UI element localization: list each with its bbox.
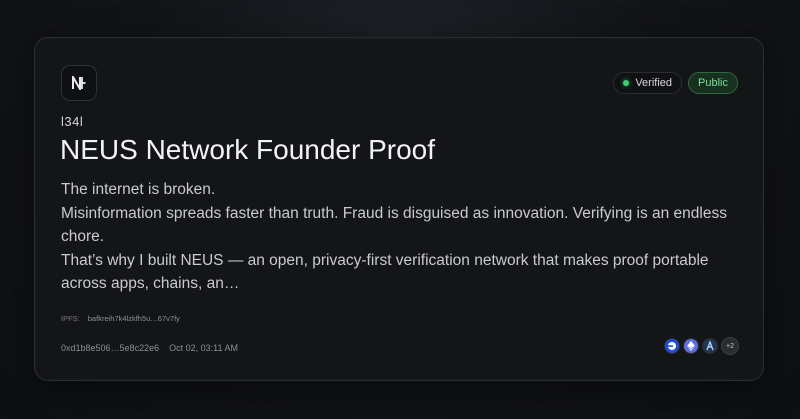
public-badge: Public [688,72,738,94]
proof-card[interactable]: Verified Public l34l NEUS Network Founde… [34,37,764,381]
proof-meta: 0xd1b8e506…5e8c22e6 Oct 02, 03:11 AM [61,343,238,353]
ipfs-hash-link[interactable]: bafkreih7k4lzkfh5u…67v7fy [88,314,180,323]
proof-timestamp: Oct 02, 03:11 AM [169,343,238,353]
chain-list: +2 [664,337,739,355]
public-label: Public [698,77,728,89]
arbitrum-chain-icon [702,338,718,354]
description-line: Misinformation spreads faster than truth… [61,204,727,246]
verified-badge: Verified [613,72,683,94]
description-line: That’s why I built NEUS — an open, priva… [61,251,709,293]
verified-label: Verified [635,77,673,89]
ethereum-chain-icon [683,338,699,354]
base-chain-icon [664,338,680,354]
proof-description: The internet is broken. Misinformation s… [61,178,741,296]
ipfs-label: IPFS: [61,314,80,323]
author-handle[interactable]: l34l [61,114,83,129]
neus-logo-icon [61,65,97,101]
more-chains-badge[interactable]: +2 [721,337,739,355]
status-dot-icon [623,80,630,86]
ipfs-reference: IPFS: bafkreih7k4lzkfh5u…67v7fy [61,314,180,323]
description-line: The internet is broken. [61,181,216,198]
wallet-address[interactable]: 0xd1b8e506…5e8c22e6 [61,343,159,353]
badge-group: Verified Public [613,72,738,94]
proof-title: NEUS Network Founder Proof [60,134,436,165]
